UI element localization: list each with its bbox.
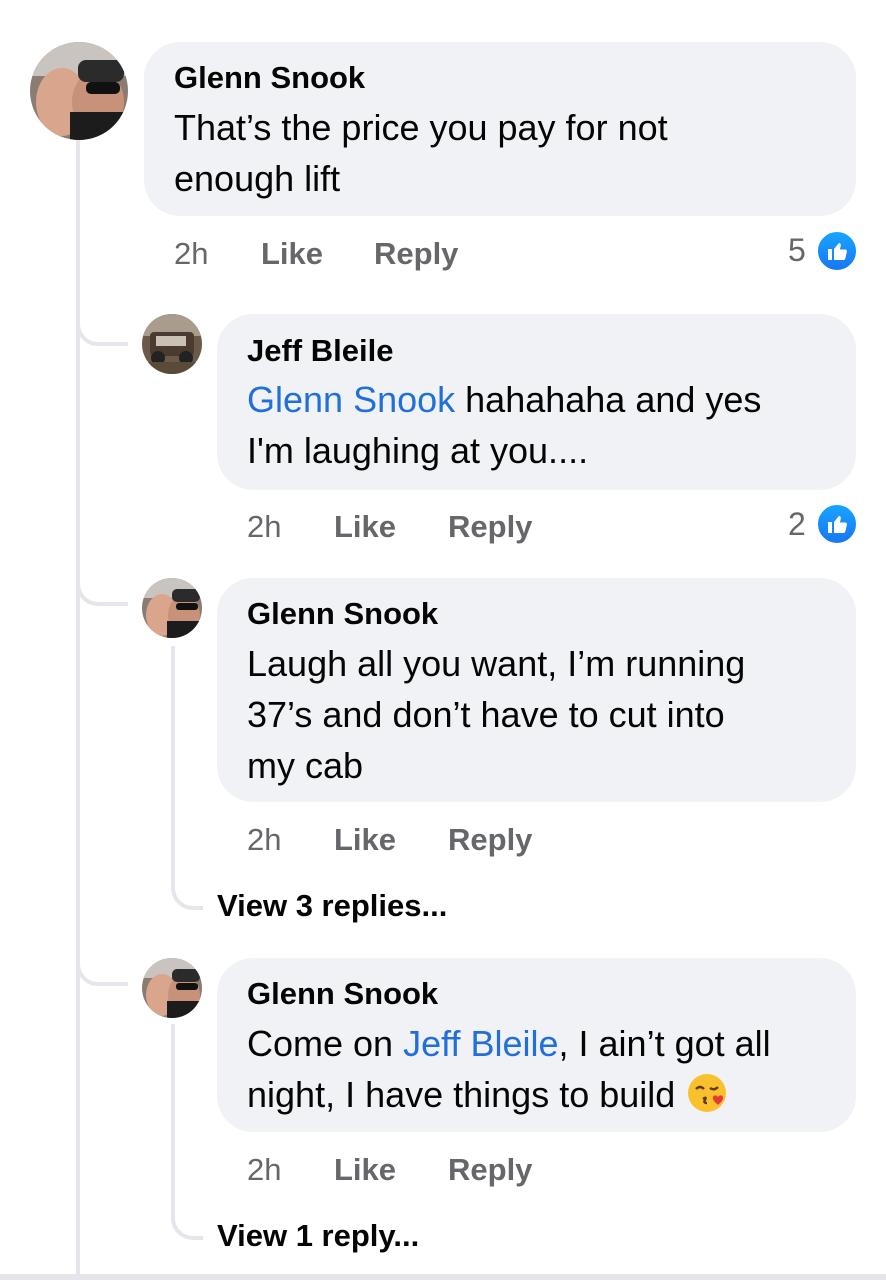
reply-button[interactable]: Reply — [374, 236, 458, 272]
reply-timestamp[interactable]: 2h — [247, 822, 281, 858]
reaction-count[interactable]: 5 — [788, 232, 806, 269]
reply-button[interactable]: Reply — [448, 822, 532, 858]
reply-text-line: I'm laughing at you.... — [247, 430, 589, 471]
reply-text-line: 37’s and don’t have to cut into — [247, 694, 725, 735]
avatar[interactable] — [142, 578, 202, 638]
thread-connector-view-replies-2 — [171, 1190, 203, 1240]
avatar[interactable] — [142, 958, 202, 1018]
reply-button[interactable]: Reply — [448, 509, 532, 545]
reply-text-line: Come on Jeff Bleile, I ain’t got all — [247, 1018, 771, 1069]
thread-connector-reply-2 — [76, 560, 128, 606]
mention-link[interactable]: Jeff Bleile — [403, 1023, 558, 1064]
like-button[interactable]: Like — [334, 822, 396, 858]
reply-text-line: my cab — [247, 745, 364, 786]
reply-author[interactable]: Glenn Snook — [247, 976, 438, 1012]
reply-text: Laugh all you want, I’m running 37’s and… — [247, 638, 745, 791]
reply-text-fragment: hahahaha and yes — [455, 379, 762, 420]
reply-text-line: Laugh all you want, I’m running — [247, 643, 746, 684]
comment-timestamp[interactable]: 2h — [174, 236, 208, 272]
reply-text-fragment: Come on — [247, 1023, 404, 1064]
reply-button[interactable]: Reply — [448, 1152, 532, 1188]
mention-link[interactable]: Glenn Snook — [247, 379, 455, 420]
reply-author[interactable]: Jeff Bleile — [247, 333, 393, 369]
avatar-photo — [142, 578, 202, 638]
reply-text: Come on Jeff Bleile, I ain’t got all nig… — [247, 1018, 771, 1120]
thread-line-reply-2 — [171, 646, 175, 862]
avatar[interactable] — [30, 42, 128, 140]
view-replies-link[interactable]: View 1 reply... — [217, 1218, 419, 1254]
thread-connector-view-replies-1 — [171, 860, 203, 910]
thread-connector-reply-3 — [76, 940, 128, 986]
reply-text: Glenn Snook hahahaha and yes I'm laughin… — [247, 374, 761, 476]
like-button[interactable]: Like — [334, 1152, 396, 1188]
thumbs-up-icon — [816, 230, 858, 272]
reply-text-fragment: night, I have things to build — [247, 1074, 686, 1115]
reply-text-line: night, I have things to build — [247, 1069, 771, 1120]
reply-text-fragment: , I ain’t got all — [558, 1023, 771, 1064]
reply-timestamp[interactable]: 2h — [247, 1152, 281, 1188]
avatar[interactable] — [142, 314, 202, 374]
comment-text-line: enough lift — [174, 158, 341, 199]
comment-author[interactable]: Glenn Snook — [174, 60, 365, 96]
thread-line-reply-3 — [171, 1024, 175, 1194]
like-button[interactable]: Like — [334, 509, 396, 545]
comment-text: That’s the price you pay for not enough … — [174, 102, 668, 204]
avatar-photo — [142, 958, 202, 1018]
reply-author[interactable]: Glenn Snook — [247, 596, 438, 632]
reply-timestamp[interactable]: 2h — [247, 509, 281, 545]
like-button[interactable]: Like — [261, 236, 323, 272]
kissing-face-emoji-icon — [685, 1071, 729, 1115]
thumbs-up-icon — [816, 503, 858, 545]
thread-connector-reply-1 — [76, 300, 128, 346]
view-replies-link[interactable]: View 3 replies... — [217, 888, 447, 924]
avatar-photo — [142, 314, 202, 374]
bottom-divider — [0, 1274, 886, 1280]
reply-text-line: Glenn Snook hahahaha and yes — [247, 374, 761, 425]
avatar-photo — [30, 42, 128, 140]
reaction-count[interactable]: 2 — [788, 506, 806, 543]
comment-text-line: That’s the price you pay for not — [174, 107, 668, 148]
